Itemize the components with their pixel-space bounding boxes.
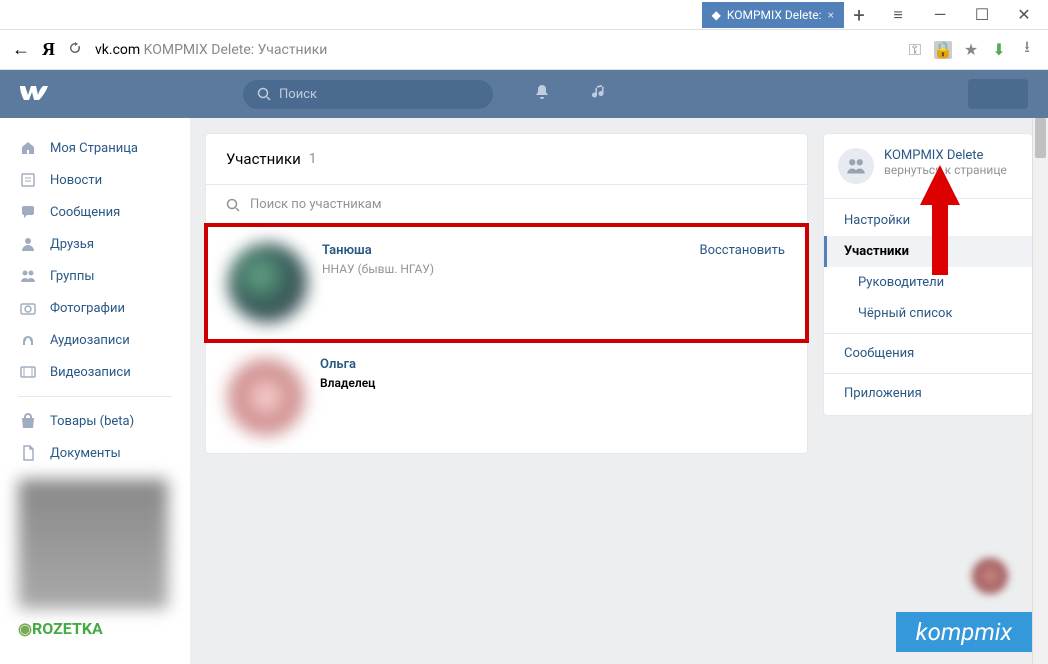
nav-groups[interactable]: Группы [0, 260, 190, 292]
nav-docs[interactable]: Документы [0, 437, 190, 469]
video-icon [18, 362, 38, 382]
annotation-arrow [920, 165, 960, 275]
nav-photos[interactable]: Фотографии [0, 292, 190, 324]
menu-icon[interactable]: ≡ [884, 1, 912, 29]
avatar[interactable] [226, 357, 306, 437]
nav-my-page[interactable]: Моя Страница [0, 132, 190, 164]
ad-brand-label: ◉ROZETKA [18, 619, 172, 638]
restore-link[interactable]: Восстановить [699, 243, 785, 323]
window-minimize-button[interactable]: — [926, 1, 954, 29]
watermark: kompmix [896, 612, 1032, 652]
members-card: Участники 1 Поиск по участникам Танюша Н… [205, 133, 808, 454]
url-display[interactable]: vk.com KOMPMIX Delete: Участники [95, 42, 894, 58]
nav-messages[interactable]: Сообщения [0, 196, 190, 228]
close-tab-icon[interactable]: × [828, 8, 834, 22]
left-navigation: Моя Страница Новости Сообщения Друзья Гр… [0, 118, 190, 664]
notifications-bell-icon[interactable] [533, 83, 551, 106]
downloads-icon[interactable]: ⭳ [1018, 41, 1036, 59]
vk-favicon: ◆ [712, 8, 721, 22]
nav-label: Моя Страница [50, 141, 138, 156]
member-role: Владелец [320, 376, 787, 390]
nav-label: Аудиозаписи [50, 333, 130, 348]
sidebar-ad-image[interactable] [18, 479, 168, 609]
tab-title: KOMPMIX Delete: [727, 8, 822, 22]
side-item-blacklist[interactable]: Чёрный список [824, 298, 1032, 329]
window-maximize-button[interactable]: ☐ [968, 1, 996, 29]
address-bar: ← Я vk.com KOMPMIX Delete: Участники ⚿ 🔒… [0, 30, 1048, 70]
floating-avatar [972, 558, 1008, 594]
lock-icon[interactable]: 🔒 [934, 41, 952, 59]
window-close-button[interactable]: ✕ [1010, 1, 1038, 29]
members-search[interactable]: Поиск по участникам [206, 185, 807, 225]
vk-header: Поиск [0, 70, 1048, 118]
members-header: Участники 1 [206, 134, 807, 185]
side-item-apps[interactable]: Приложения [824, 378, 1032, 409]
nav-label: Видеозаписи [50, 365, 131, 380]
document-icon [18, 443, 38, 463]
vk-body: Моя Страница Новости Сообщения Друзья Гр… [0, 118, 1048, 664]
nav-label: Друзья [50, 237, 94, 252]
yandex-logo[interactable]: Я [42, 39, 55, 60]
member-subtitle: ННАУ (бывш. НГАУ) [322, 262, 685, 276]
members-title: Участники [226, 150, 301, 168]
home-icon [18, 138, 38, 158]
search-placeholder: Поиск по участникам [250, 197, 381, 212]
bookmark-star-icon[interactable]: ★ [962, 41, 980, 59]
nav-video[interactable]: Видеозаписи [0, 356, 190, 388]
nav-label: Группы [50, 269, 94, 284]
group-avatar-icon [838, 148, 874, 184]
member-row: Танюша ННАУ (бывш. НГАУ) Восстановить [204, 223, 809, 343]
nav-label: Товары (beta) [50, 414, 134, 429]
browser-tab-bar: ◆ KOMPMIX Delete: × [702, 2, 844, 28]
nav-label: Фотографии [50, 301, 125, 316]
user-menu[interactable] [968, 79, 1028, 109]
headphones-icon [18, 330, 38, 350]
nav-label: Документы [50, 446, 121, 461]
browser-tab[interactable]: ◆ KOMPMIX Delete: × [702, 2, 844, 28]
messages-icon [18, 202, 38, 222]
side-item-messages[interactable]: Сообщения [824, 338, 1032, 369]
nav-goods[interactable]: Товары (beta) [0, 405, 190, 437]
reload-button[interactable] [67, 40, 83, 60]
url-path: KOMPMIX Delete: Участники [140, 42, 327, 58]
window-title-bar: ◆ KOMPMIX Delete: × + ≡ — ☐ ✕ [0, 0, 1048, 30]
menu-separator [824, 333, 1032, 334]
new-tab-button[interactable]: + [844, 0, 874, 30]
music-note-icon[interactable] [591, 83, 609, 106]
nav-friends[interactable]: Друзья [0, 228, 190, 260]
member-row: Ольга Владелец [206, 341, 807, 453]
news-icon [18, 170, 38, 190]
scrollbar-thumb[interactable] [1035, 118, 1046, 158]
member-name[interactable]: Ольга [320, 357, 787, 372]
nav-separator [18, 396, 172, 397]
avatar[interactable] [228, 243, 308, 323]
groups-icon [18, 266, 38, 286]
download-arrow-icon[interactable]: ⬇ [990, 41, 1008, 59]
search-icon [257, 87, 271, 101]
nav-label: Сообщения [50, 205, 120, 220]
vk-logo[interactable] [20, 82, 48, 107]
search-icon [226, 198, 240, 212]
url-domain: vk.com [95, 42, 140, 58]
friends-icon [18, 234, 38, 254]
group-name: KOMPMIX Delete [884, 148, 1007, 163]
bag-icon [18, 411, 38, 431]
camera-icon [18, 298, 38, 318]
vertical-scrollbar[interactable] [1032, 118, 1048, 664]
reload-icon [67, 40, 83, 56]
nav-audio[interactable]: Аудиозаписи [0, 324, 190, 356]
nav-label: Новости [50, 173, 102, 188]
key-icon[interactable]: ⚿ [906, 41, 924, 59]
vk-search-box[interactable]: Поиск [243, 80, 493, 109]
back-button[interactable]: ← [12, 39, 30, 60]
menu-separator [824, 373, 1032, 374]
search-placeholder: Поиск [279, 87, 317, 102]
member-name[interactable]: Танюша [322, 243, 685, 258]
members-count: 1 [309, 151, 317, 167]
nav-news[interactable]: Новости [0, 164, 190, 196]
